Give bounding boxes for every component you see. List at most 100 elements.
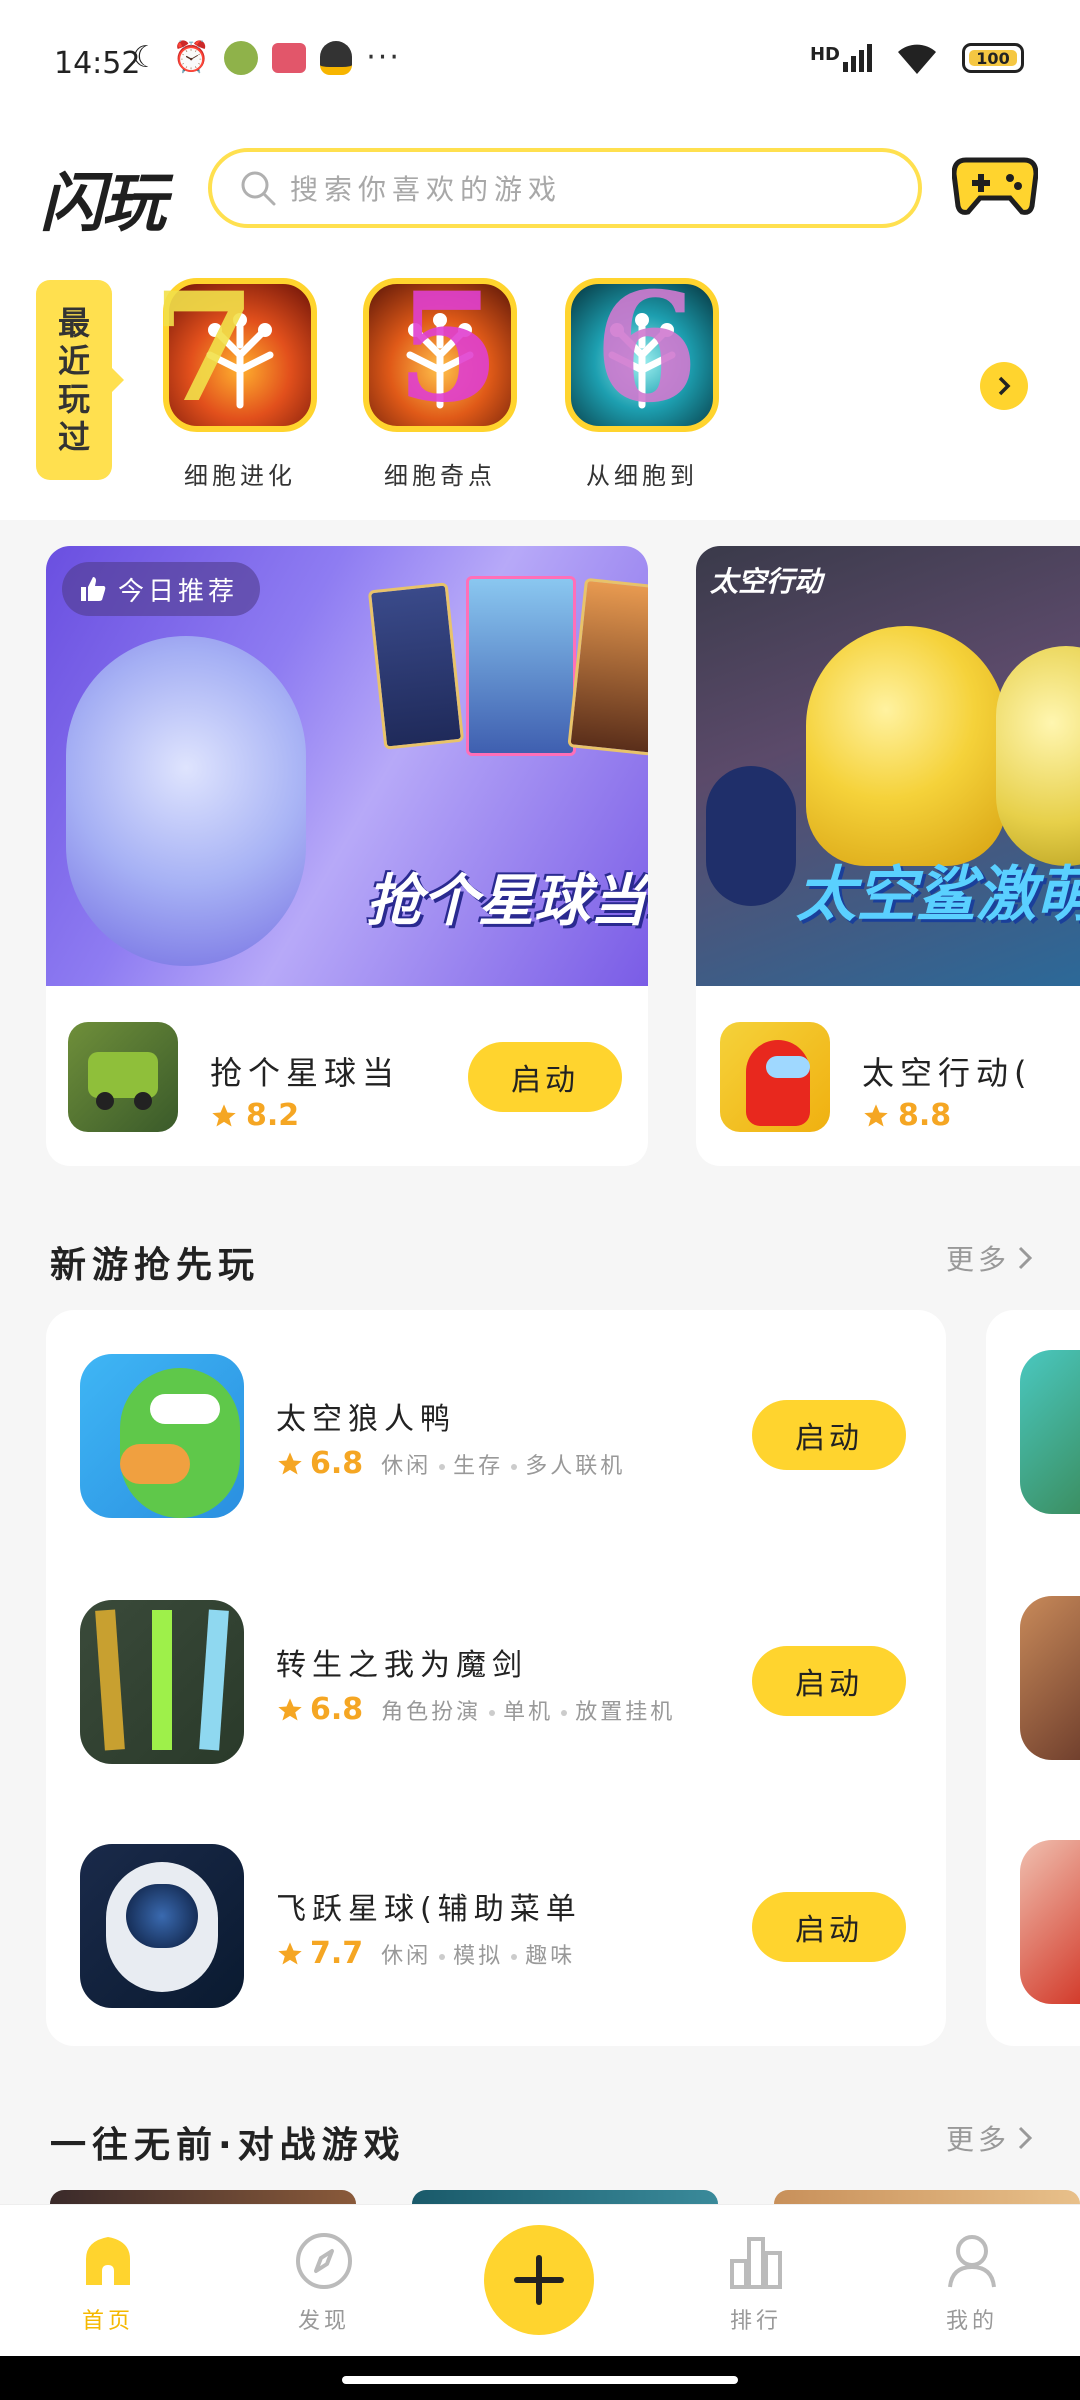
status-notification-icons: ☾ ⏰ ··· — [132, 40, 401, 75]
list-item[interactable]: 飞跃星球(辅助菜单 7.7 休闲 模拟 趣味 启动 — [46, 1840, 946, 2010]
game-icon — [80, 1844, 244, 2008]
game-rating: 6.8 — [276, 1692, 363, 1727]
gamepad-icon[interactable] — [952, 152, 1038, 218]
star-icon — [212, 1103, 236, 1126]
featured-banner-image: 太空行动 太空鲨激萌 — [696, 546, 1080, 986]
nav-mine[interactable]: 我的 — [912, 2231, 1032, 2335]
nav-rank-label: 排行 — [729, 2309, 782, 2334]
signal-icon: HD — [810, 44, 872, 72]
app-logo: 闪玩 — [40, 167, 166, 241]
game-meta: 7.7 休闲 模拟 趣味 — [276, 1936, 575, 1971]
chevron-right-icon — [998, 376, 1011, 396]
game-meta: 6.8 休闲 生存 多人联机 — [276, 1446, 625, 1481]
status-time: 14:52 — [54, 46, 141, 81]
bottom-navigation: 首页 发现 排行 我的 — [0, 2204, 1080, 2356]
status-right-icons: HD 100 — [810, 40, 1024, 76]
battery-level: 100 — [976, 48, 1010, 68]
new-games-more-link[interactable]: 更多 — [946, 1238, 1034, 1278]
user-icon — [948, 2235, 996, 2288]
rank-icon — [730, 2237, 782, 2289]
banner-title-overlay: 太空鲨激萌 — [796, 860, 1080, 930]
star-icon — [278, 1451, 302, 1474]
start-button[interactable]: 启动 — [752, 1400, 906, 1470]
recent-more-button[interactable] — [980, 362, 1028, 410]
game-icon — [163, 278, 317, 432]
featured-game-card[interactable]: 太空行动 太空鲨激萌 太空行动( 8.8 — [696, 546, 1080, 1166]
nav-home[interactable]: 首页 — [48, 2231, 168, 2335]
new-games-list: 太空狼人鸭 6.8 休闲 生存 多人联机 启动 转生之我为魔剑 6.8 角色扮演 单机 — [46, 1310, 946, 2046]
start-button[interactable]: 启动 — [752, 1892, 906, 1962]
plus-icon — [514, 2255, 564, 2305]
recent-game-name: 细胞进化 — [184, 462, 296, 490]
chevron-right-icon — [1018, 1246, 1033, 1270]
search-icon — [241, 171, 276, 206]
game-icon — [1020, 1840, 1080, 2004]
status-bar: 14:52 ☾ ⏰ ··· HD 100 — [0, 0, 1080, 130]
nav-discover-label: 发现 — [297, 2309, 350, 2334]
game-icon — [1020, 1350, 1080, 1514]
moon-icon: ☾ — [132, 40, 159, 75]
recent-game-name: 细胞奇点 — [384, 462, 496, 490]
game-title: 抢个星球当 — [210, 1054, 401, 1092]
app-notification-icon — [272, 42, 307, 73]
game-title: 太空行动( — [862, 1054, 1033, 1092]
app-header: 闪玩 搜索你喜欢的游戏 — [0, 130, 1080, 260]
new-games-list-next — [986, 1310, 1080, 2046]
featured-card-footer: 抢个星球当 8.2 启动 — [46, 986, 648, 1166]
more-notifications-icon: ··· — [366, 40, 401, 75]
gesture-bar[interactable] — [342, 2376, 738, 2384]
home-icon — [86, 2237, 130, 2285]
star-icon — [278, 1697, 302, 1720]
nav-rank[interactable]: 排行 — [696, 2231, 816, 2335]
battle-games-title: 一往无前·对战游戏 — [50, 2125, 406, 2166]
game-icon — [565, 278, 719, 432]
game-rating: 6.8 — [276, 1446, 363, 1481]
game-tags: 休闲 模拟 趣味 — [381, 1943, 576, 1969]
game-tags: 休闲 生存 多人联机 — [381, 1453, 626, 1479]
recent-game-item[interactable]: 从细胞到 6 — [562, 260, 722, 491]
recent-game-item[interactable]: 细胞进化 7 — [152, 260, 320, 491]
star-icon — [864, 1103, 888, 1126]
compass-icon — [296, 2233, 352, 2289]
battery-icon: 100 — [962, 43, 1024, 73]
game-icon — [68, 1022, 178, 1132]
recent-played-tag: 最 近 玩 过 — [36, 280, 112, 480]
nav-home-label: 首页 — [81, 2309, 134, 2334]
app-notification-icon — [224, 40, 259, 75]
add-button[interactable] — [484, 2225, 594, 2335]
game-icon — [720, 1022, 830, 1132]
wifi-icon — [898, 44, 936, 74]
featured-banner-image: 今日推荐 抢个星球当霸主 — [46, 546, 648, 986]
recent-game-name: 从细胞到 — [586, 462, 698, 490]
game-title: 飞跃星球(辅助菜单 — [276, 1892, 582, 1927]
game-title: 转生之我为魔剑 — [276, 1648, 528, 1683]
game-title: 太空狼人鸭 — [276, 1402, 456, 1437]
list-item[interactable]: 转生之我为魔剑 6.8 角色扮演 单机 放置挂机 启动 — [46, 1596, 946, 1766]
recommend-tag: 今日推荐 — [62, 562, 261, 616]
qq-icon — [320, 40, 353, 75]
game-icon — [1020, 1596, 1080, 1760]
game-meta: 6.8 角色扮演 单机 放置挂机 — [276, 1692, 675, 1727]
search-placeholder: 搜索你喜欢的游戏 — [290, 173, 563, 206]
start-button[interactable]: 启动 — [468, 1042, 622, 1112]
hd-label: HD — [809, 44, 840, 65]
featured-card-footer: 太空行动( 8.8 — [696, 986, 1080, 1166]
game-rating: 8.2 — [210, 1098, 299, 1133]
game-rating: 7.7 — [276, 1936, 363, 1971]
game-icon — [80, 1354, 244, 1518]
start-button[interactable]: 启动 — [752, 1646, 906, 1716]
nav-discover[interactable]: 发现 — [264, 2231, 384, 2335]
search-input[interactable]: 搜索你喜欢的游戏 — [208, 148, 922, 228]
featured-game-card[interactable]: 今日推荐 抢个星球当霸主 抢个星球当 8.2 启动 — [46, 546, 648, 1166]
battle-games-more-link[interactable]: 更多 — [946, 2118, 1034, 2158]
list-item[interactable]: 太空狼人鸭 6.8 休闲 生存 多人联机 启动 — [46, 1350, 946, 1520]
star-icon — [278, 1941, 302, 1964]
game-tags: 角色扮演 单机 放置挂机 — [381, 1699, 676, 1725]
thumbs-up-icon — [81, 577, 106, 601]
recent-game-item[interactable]: 细胞奇点 5 — [360, 260, 520, 491]
nav-mine-label: 我的 — [945, 2309, 998, 2334]
recent-tag-arrow — [110, 366, 124, 394]
banner-title-overlay: 抢个星球当霸主 — [366, 869, 648, 934]
game-rating: 8.8 — [862, 1098, 951, 1133]
new-games-title: 新游抢先玩 — [50, 1245, 261, 1286]
